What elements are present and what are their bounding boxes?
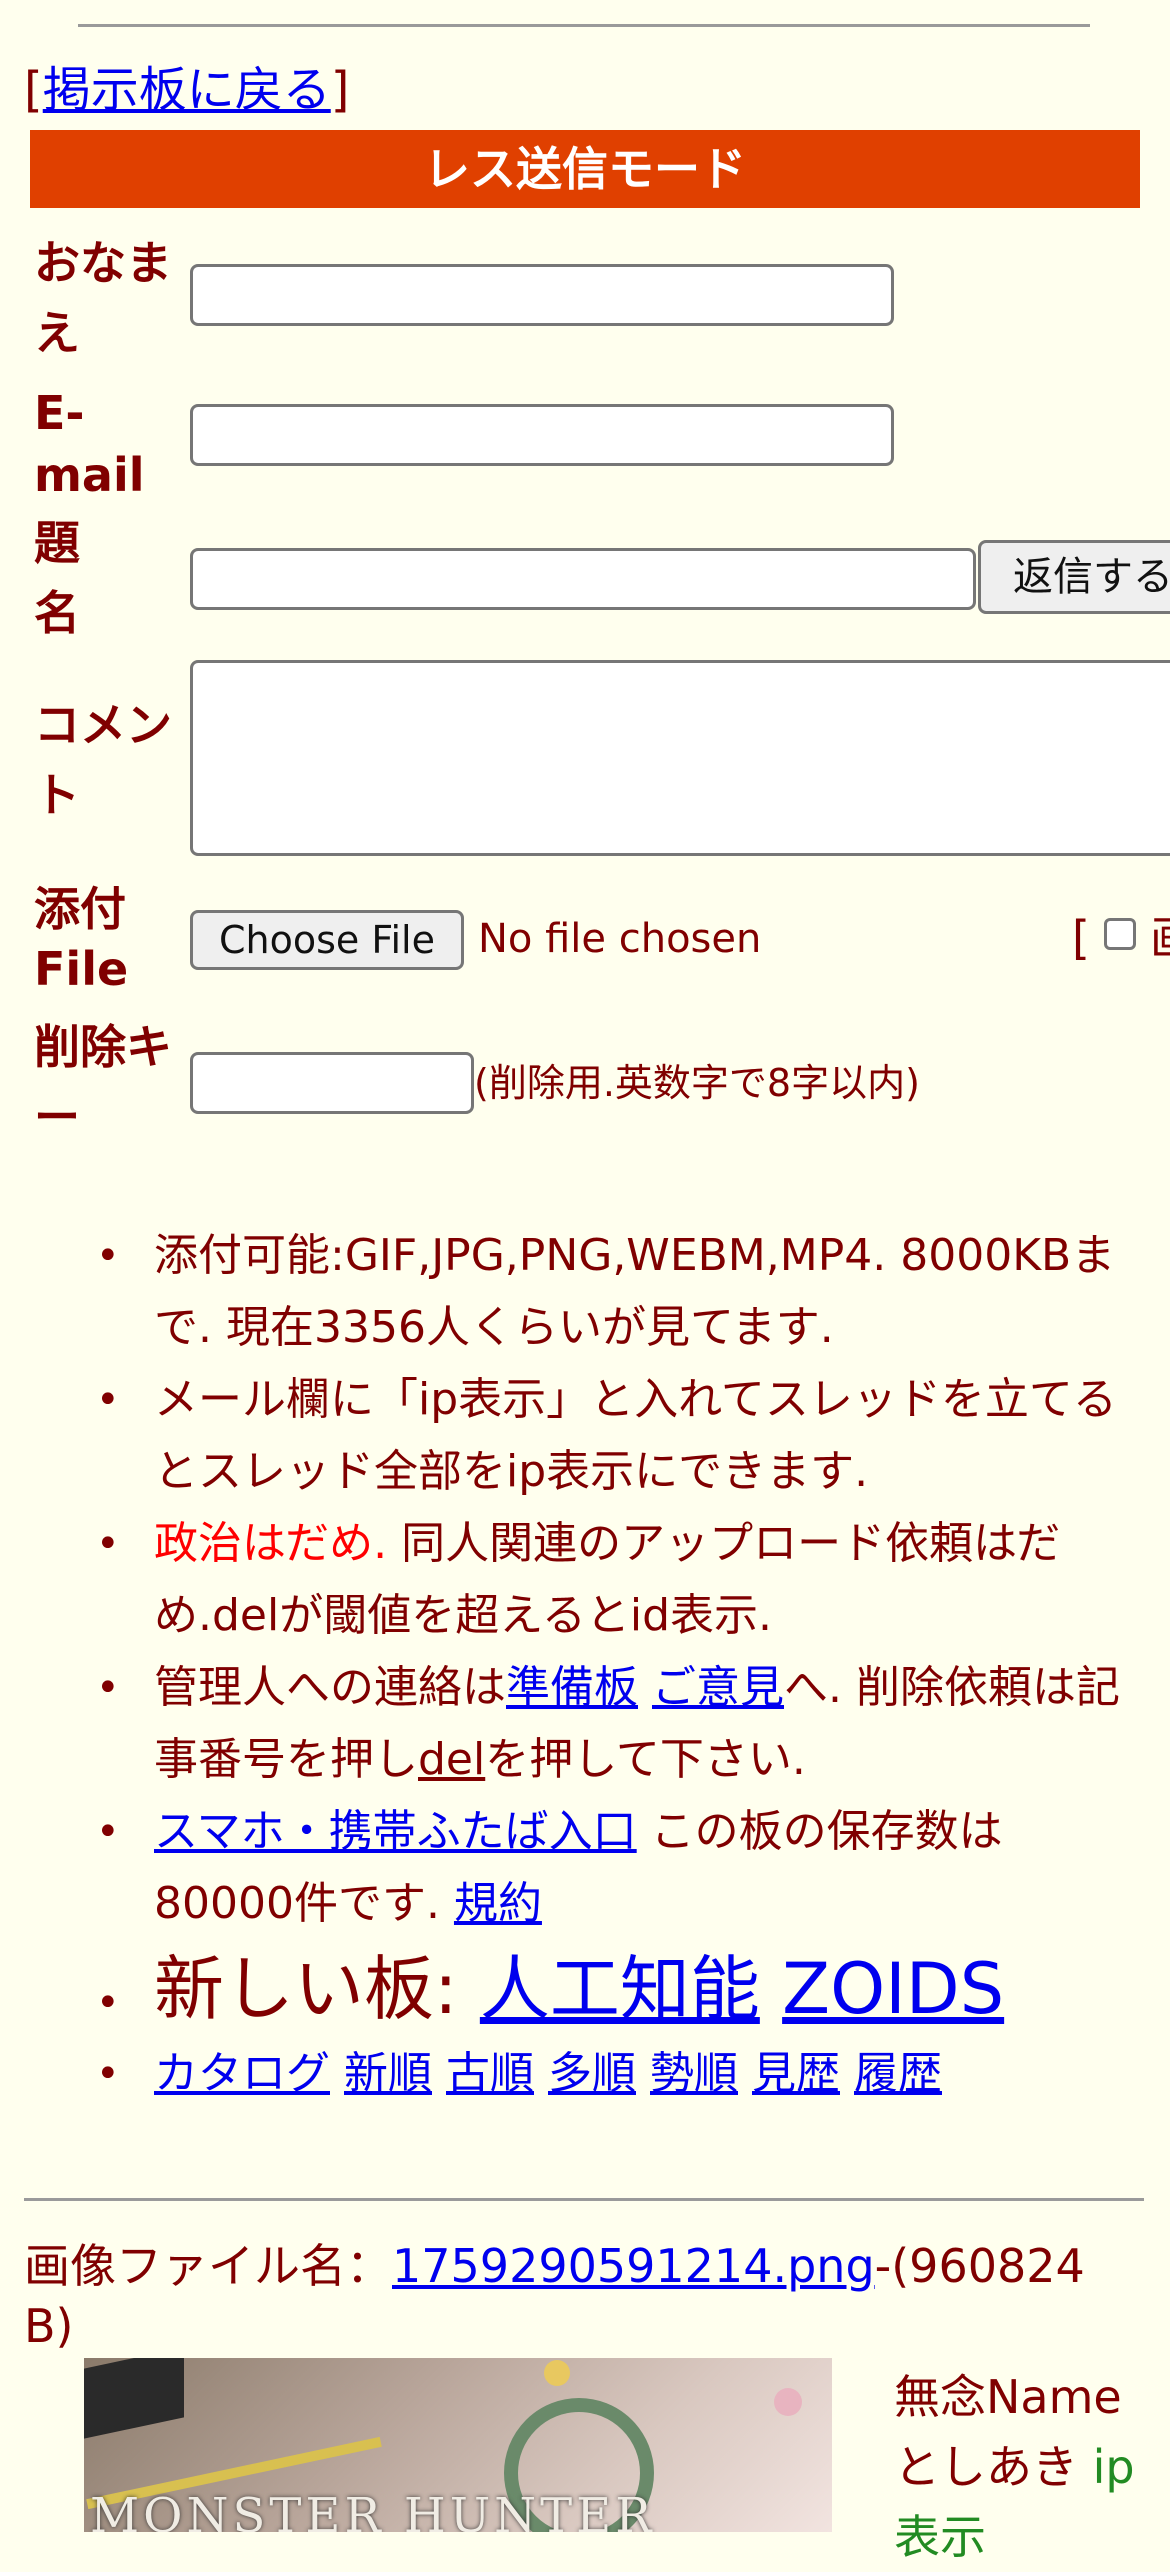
subject-label: 題 名 — [34, 516, 80, 640]
note-attachments: 添付可能:GIF,JPG,PNG,WEBM,MP4. 8000KBまで. 現在3… — [0, 1220, 1170, 1364]
back-bracket-close: ] — [330, 62, 350, 118]
file-label: 添付 File — [34, 882, 129, 996]
note-mobile: スマホ・携帯ふたば入口 この板の保存数は80000件です. 規約 — [0, 1796, 1170, 1940]
poster-name-2: としあき — [894, 2440, 1078, 2494]
post-thumbnail-image[interactable]: MONSTER HUNTER — [84, 2358, 832, 2532]
top-divider — [78, 24, 1090, 27]
subject-input[interactable] — [190, 548, 976, 610]
back-bracket-open: [ — [24, 62, 43, 118]
back-link-wrapper: [掲示板に戻る] — [24, 62, 349, 118]
image-option-checkbox[interactable] — [1104, 918, 1136, 950]
prep-board-link[interactable]: 準備板 — [506, 1662, 638, 1713]
image-option-bracket: [ — [1072, 911, 1090, 965]
delete-key-input[interactable] — [190, 1052, 474, 1114]
zoids-board-link[interactable]: ZOIDS — [782, 1948, 1004, 2030]
thread-divider — [24, 2198, 1144, 2201]
sort-most-replies-link[interactable]: 多順 — [548, 2048, 636, 2099]
email-label: E- mail — [34, 386, 145, 502]
catalog-link[interactable]: カタログ — [154, 2048, 330, 2099]
email-input[interactable] — [190, 404, 894, 466]
comment-label: コメン ト — [34, 698, 172, 822]
post-history-link[interactable]: 履歴 — [854, 2048, 942, 2099]
sort-momentum-link[interactable]: 勢順 — [650, 2048, 738, 2099]
sort-oldest-link[interactable]: 古順 — [446, 2048, 534, 2099]
note-rules: 政治はだめ. 同人関連のアップロード依頼はだめ.delが閾値を超えるとid表示. — [0, 1508, 1170, 1652]
poster-name: 無念Name — [894, 2370, 1122, 2424]
terms-link[interactable]: 規約 — [454, 1878, 542, 1929]
sort-newest-link[interactable]: 新順 — [344, 2048, 432, 2099]
feedback-link[interactable]: ご意見 — [652, 1662, 784, 1713]
note-no-politics: 政治はだめ. — [154, 1518, 388, 1569]
note-contact: 管理人への連絡は準備板 ご意見へ. 削除依頼は記事番号を押しdelを押して下さい… — [0, 1652, 1170, 1796]
image-file-link[interactable]: 1759290591214.png — [392, 2239, 875, 2293]
viewed-history-link[interactable]: 見歴 — [752, 2048, 840, 2099]
no-file-status: No file chosen — [478, 916, 762, 962]
submit-reply-button[interactable]: 返信する — [978, 540, 1170, 614]
ai-board-link[interactable]: 人工知能 — [480, 1948, 760, 2030]
note-new-boards: 新しい板: 人工知能 ZOIDS — [0, 1940, 1170, 2052]
ip-label: ip — [1092, 2440, 1135, 2494]
image-option-label: 画 — [1150, 910, 1170, 966]
note-ip-display: メール欄に「ip表示」と入れてスレッドを立てるとスレッド全部をip表示にできます… — [0, 1364, 1170, 1508]
board-notes: 添付可能:GIF,JPG,PNG,WEBM,MP4. 8000KBまで. 現在3… — [0, 1220, 1170, 2110]
ip-display-label: 表示 — [894, 2510, 986, 2564]
name-input[interactable] — [190, 264, 894, 326]
note-sort-links: カタログ 新順 古順 多順 勢順 見歴 履歴 — [0, 2038, 1170, 2110]
image-file-info: 画像ファイル名：1759290591214.png-(960824 B) — [24, 2239, 1085, 2353]
name-label: おなま え — [34, 236, 172, 360]
delete-key-hint: (削除用.英数字で8字以内) — [474, 1061, 920, 1105]
choose-file-button[interactable]: Choose File — [190, 910, 464, 970]
reply-mode-header: レス送信モード — [30, 130, 1140, 208]
delete-key-label: 削除キ ー — [34, 1020, 172, 1144]
del-link[interactable]: del — [418, 1734, 485, 1785]
mobile-entrance-link[interactable]: スマホ・携帯ふたば入口 — [154, 1806, 637, 1857]
post-header: 無念Name としあき ip 表示 — [894, 2362, 1135, 2572]
comment-textarea[interactable] — [190, 660, 1170, 856]
back-to-board-link[interactable]: 掲示板に戻る — [43, 62, 331, 118]
thumbnail-title-text: MONSTER HUNTER — [90, 2488, 656, 2532]
